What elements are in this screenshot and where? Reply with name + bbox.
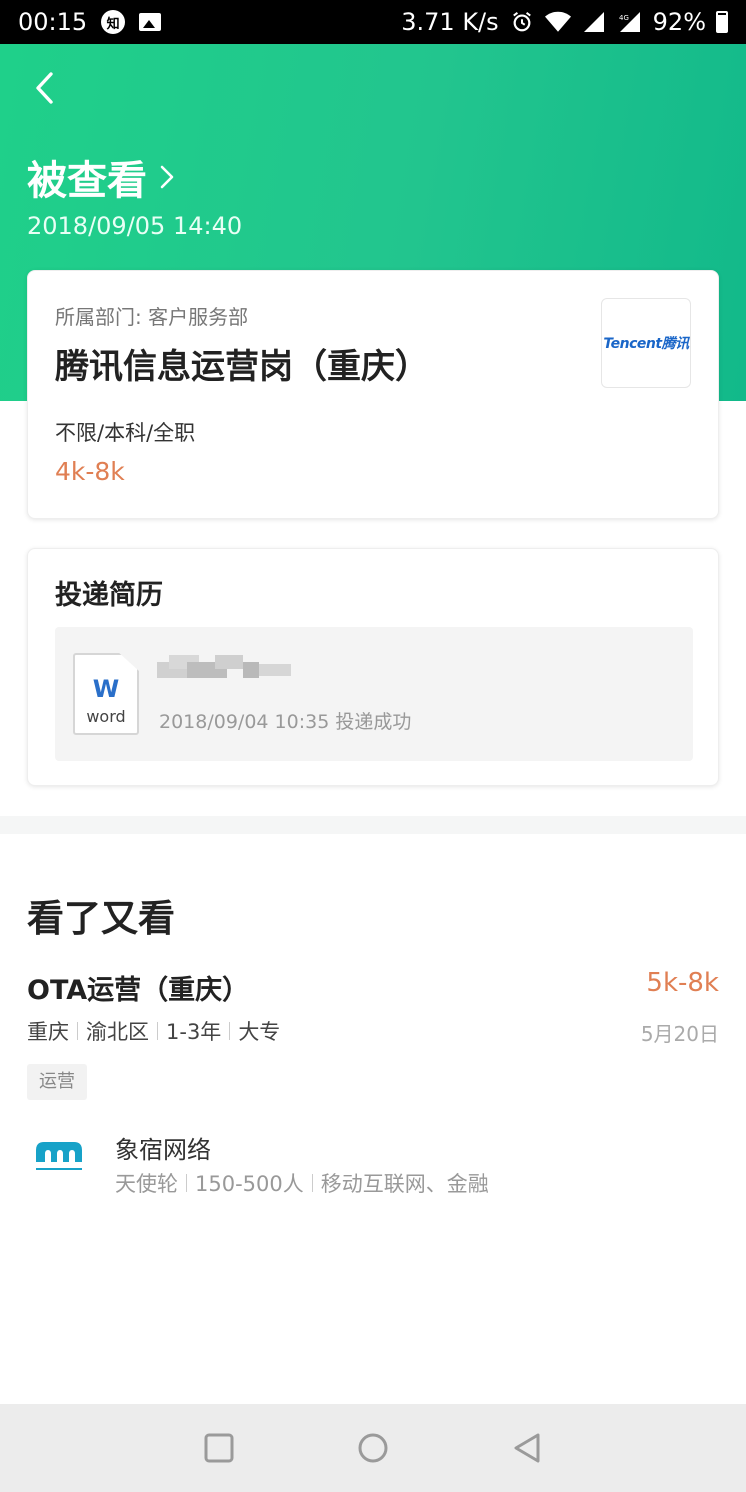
image-notification-icon xyxy=(139,13,162,31)
word-letter: W xyxy=(92,675,120,703)
rec-experience: 1-3年 xyxy=(166,1020,222,1044)
system-nav-bar xyxy=(0,1404,746,1492)
job-salary: 4k-8k xyxy=(55,457,125,486)
blurred-file-name xyxy=(155,655,293,685)
viewed-title-link[interactable]: 被查看 xyxy=(27,148,175,206)
company-meta: 天使轮 150-500人 移动互联网、金融 xyxy=(115,1168,489,1198)
word-file-icon: W word xyxy=(73,653,139,735)
company-logo: Tencent腾讯 xyxy=(601,298,691,388)
elephant-company-logo xyxy=(36,1142,82,1170)
wifi-icon xyxy=(544,11,571,32)
alarm-icon xyxy=(512,12,531,32)
circle-home-icon xyxy=(358,1433,388,1463)
company-name: 象宿网络 xyxy=(115,1136,211,1164)
recent-apps-button[interactable] xyxy=(201,1430,237,1466)
signal-icon xyxy=(583,12,604,32)
rec-tag: 运营 xyxy=(27,1064,87,1100)
system-back-button[interactable] xyxy=(509,1430,545,1466)
job-card[interactable]: 所属部门: 客户服务部 腾讯信息运营岗（重庆） Tencent腾讯 不限/本科/… xyxy=(27,270,719,519)
resume-heading: 投递简历 xyxy=(55,580,163,611)
resume-file[interactable]: W word 2018/09/04 10:35 投递成功 xyxy=(55,627,693,761)
square-recent-icon xyxy=(204,1433,234,1463)
job-title: 腾讯信息运营岗（重庆） xyxy=(55,347,429,387)
chevron-right-icon xyxy=(160,165,174,189)
rec-education: 大专 xyxy=(238,1020,281,1044)
word-label: word xyxy=(86,707,126,726)
network-speed: 3.71 K/s xyxy=(401,8,499,36)
department-label: 所属部门: 客户服务部 xyxy=(55,305,249,329)
recommendations-heading: 看了又看 xyxy=(27,897,175,940)
chevron-left-icon xyxy=(36,72,53,104)
battery-icon xyxy=(716,11,728,33)
rec-date: 5月20日 xyxy=(640,1022,719,1046)
recommended-job-item[interactable]: OTA运营（重庆） 5k-8k 重庆 渝北区 1-3年 大专 5月20日 运营 … xyxy=(0,960,746,1200)
viewed-date: 2018/09/05 14:40 xyxy=(27,212,243,240)
back-button[interactable] xyxy=(24,68,64,108)
rec-district: 渝北区 xyxy=(86,1020,149,1044)
zhihu-notification-icon: 知 xyxy=(101,10,126,34)
section-divider xyxy=(0,816,746,834)
rec-job-meta: 重庆 渝北区 1-3年 大专 xyxy=(27,1016,280,1046)
company-stage: 天使轮 xyxy=(115,1172,178,1196)
company-size: 150-500人 xyxy=(195,1172,304,1196)
page-title: 被查看 xyxy=(27,158,147,204)
rec-job-salary: 5k-8k xyxy=(646,968,719,998)
rec-city: 重庆 xyxy=(27,1020,69,1044)
status-time: 00:15 xyxy=(18,8,88,36)
tencent-logo-text: Tencent腾讯 xyxy=(603,336,689,352)
svg-text:4G: 4G xyxy=(619,14,629,22)
battery-percent: 92% xyxy=(652,8,706,36)
resume-card: 投递简历 W word 2018/09/04 10:35 投递成功 xyxy=(27,548,719,786)
triangle-back-icon xyxy=(514,1433,540,1463)
rec-job-title: OTA运营（重庆） xyxy=(27,975,250,1006)
signal-4g-icon: 4G xyxy=(619,12,640,32)
job-requirements: 不限/本科/全职 xyxy=(55,421,196,445)
home-button[interactable] xyxy=(355,1430,391,1466)
status-bar: 00:15 知 3.71 K/s 4G 92% xyxy=(0,0,746,44)
company-industry: 移动互联网、金融 xyxy=(320,1172,489,1196)
resume-submit-time: 2018/09/04 10:35 投递成功 xyxy=(159,711,412,733)
